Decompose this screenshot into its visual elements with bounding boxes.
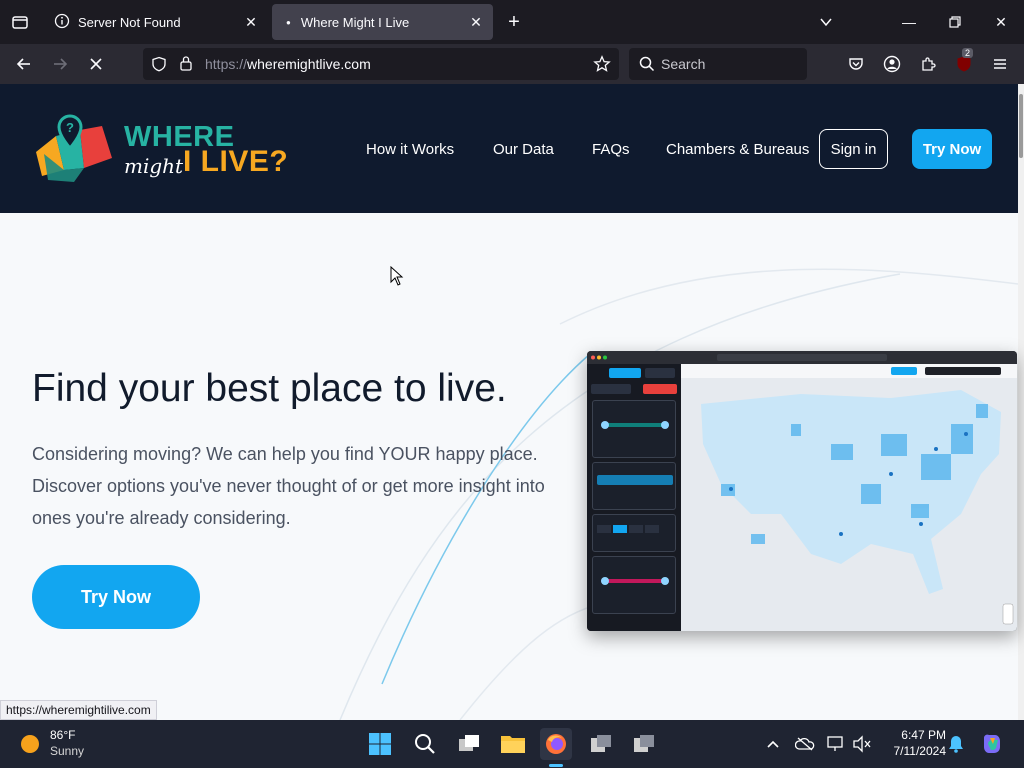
preview-us-map [681,364,1017,631]
task-view-icon[interactable] [453,728,485,760]
logo-ilive-text: I LIVE? [183,145,289,178]
preview-panel [592,514,676,552]
app-window-icon[interactable] [585,728,617,760]
hero-title: Find your best place to live. [32,367,507,410]
hero-try-now-button[interactable]: Try Now [32,565,200,629]
notification-bell-icon[interactable] [940,728,972,760]
hero-description: Considering moving? We can help you find… [32,444,545,528]
clock-date[interactable]: 7/11/2024 [878,744,947,758]
show-hidden-icons-chevron-icon[interactable] [757,728,789,760]
preview-sidebar [587,364,681,631]
tab-where-might-i-live[interactable]: ● Where Might I Live ✕ [272,4,493,40]
restore-icon[interactable] [932,0,978,44]
svg-text:?: ? [66,120,74,135]
preview-panel [592,462,676,510]
weather-sun-icon[interactable] [14,728,46,760]
nav-our-data[interactable]: Our Data [493,141,554,158]
weather-condition[interactable]: Sunny [50,744,84,758]
weather-temperature[interactable]: 86°F [50,728,75,742]
logo-might-text: might [124,154,184,178]
ublock-icon[interactable]: 2 [950,48,978,78]
volume-muted-icon[interactable] [846,728,878,760]
info-icon [54,13,70,32]
taskbar-search-icon[interactable] [409,728,441,760]
nav-chambers-bureaus[interactable]: Chambers & Bureaus [666,141,809,158]
tab-server-not-found[interactable]: Server Not Found ✕ [44,4,268,40]
extension-badge: 2 [962,48,974,58]
clock-time[interactable]: 6:47 PM [890,728,946,742]
url-protocol: https:// [205,56,248,72]
search-bar[interactable]: Search [629,48,807,80]
close-tab-icon[interactable]: ✕ [242,13,260,31]
lock-icon[interactable] [179,55,193,76]
file-explorer-icon[interactable] [497,728,529,760]
stop-loading-icon[interactable] [82,50,110,78]
windows-taskbar: 86°F Sunny 6:47 PM 7/11/2024 [0,720,1024,768]
windows-start-icon[interactable] [364,728,396,760]
mouse-cursor-icon [390,265,404,291]
navigation-toolbar: https://wheremightlive.com Search 2 [0,44,1024,84]
page-content: ? WHERE might I LIVE? How it Works Our D… [0,84,1024,720]
pocket-icon[interactable] [842,50,870,78]
new-tab-icon[interactable]: + [500,8,528,36]
sign-in-button[interactable]: Sign in [819,129,888,169]
firefox-taskbar-icon[interactable] [540,728,572,760]
url-text[interactable]: https://wheremightlive.com [205,56,371,72]
copilot-icon[interactable] [976,728,1008,760]
loading-dot-icon: ● [286,17,291,27]
forward-icon[interactable] [46,50,74,78]
minimize-icon[interactable]: — [886,0,932,44]
tracking-shield-icon[interactable] [151,56,167,77]
search-icon [639,56,655,77]
app-preview-image [587,351,1017,631]
account-icon[interactable] [878,50,906,78]
list-all-tabs-icon[interactable] [6,8,34,36]
chevron-down-icon[interactable] [812,8,840,36]
nav-how-it-works[interactable]: How it Works [366,141,454,158]
onedrive-icon[interactable] [789,728,821,760]
back-icon[interactable] [10,50,38,78]
preview-browser-bar [587,351,1017,364]
nav-faqs[interactable]: FAQs [592,141,630,158]
logo-map-pin-icon: ? [36,114,112,182]
address-bar[interactable]: https://wheremightlive.com [143,48,619,80]
search-placeholder: Search [661,56,706,72]
header-try-now-button[interactable]: Try Now [912,129,992,169]
url-host: wheremightlive.com [247,56,371,72]
tab-title: Server Not Found [78,14,181,30]
tab-bar: Server Not Found ✕ ● Where Might I Live … [0,0,1024,44]
close-window-icon[interactable]: ✕ [978,0,1024,44]
tab-title: Where Might I Live [300,14,410,30]
close-tab-icon[interactable]: ✕ [467,13,485,31]
site-header: ? WHERE might I LIVE? How it Works Our D… [0,84,1018,213]
app-window-icon[interactable] [628,728,660,760]
active-app-indicator [549,764,563,767]
bookmark-star-icon[interactable] [593,55,611,78]
scrollbar-thumb[interactable] [1019,94,1023,158]
menu-icon[interactable] [986,50,1014,78]
site-logo[interactable]: ? [34,114,120,189]
page-scrollbar[interactable] [1018,84,1024,720]
extensions-icon[interactable] [914,50,942,78]
link-status-tooltip: https://wheremightilive.com [0,700,157,720]
preview-panel [592,400,676,458]
preview-panel [592,556,676,614]
